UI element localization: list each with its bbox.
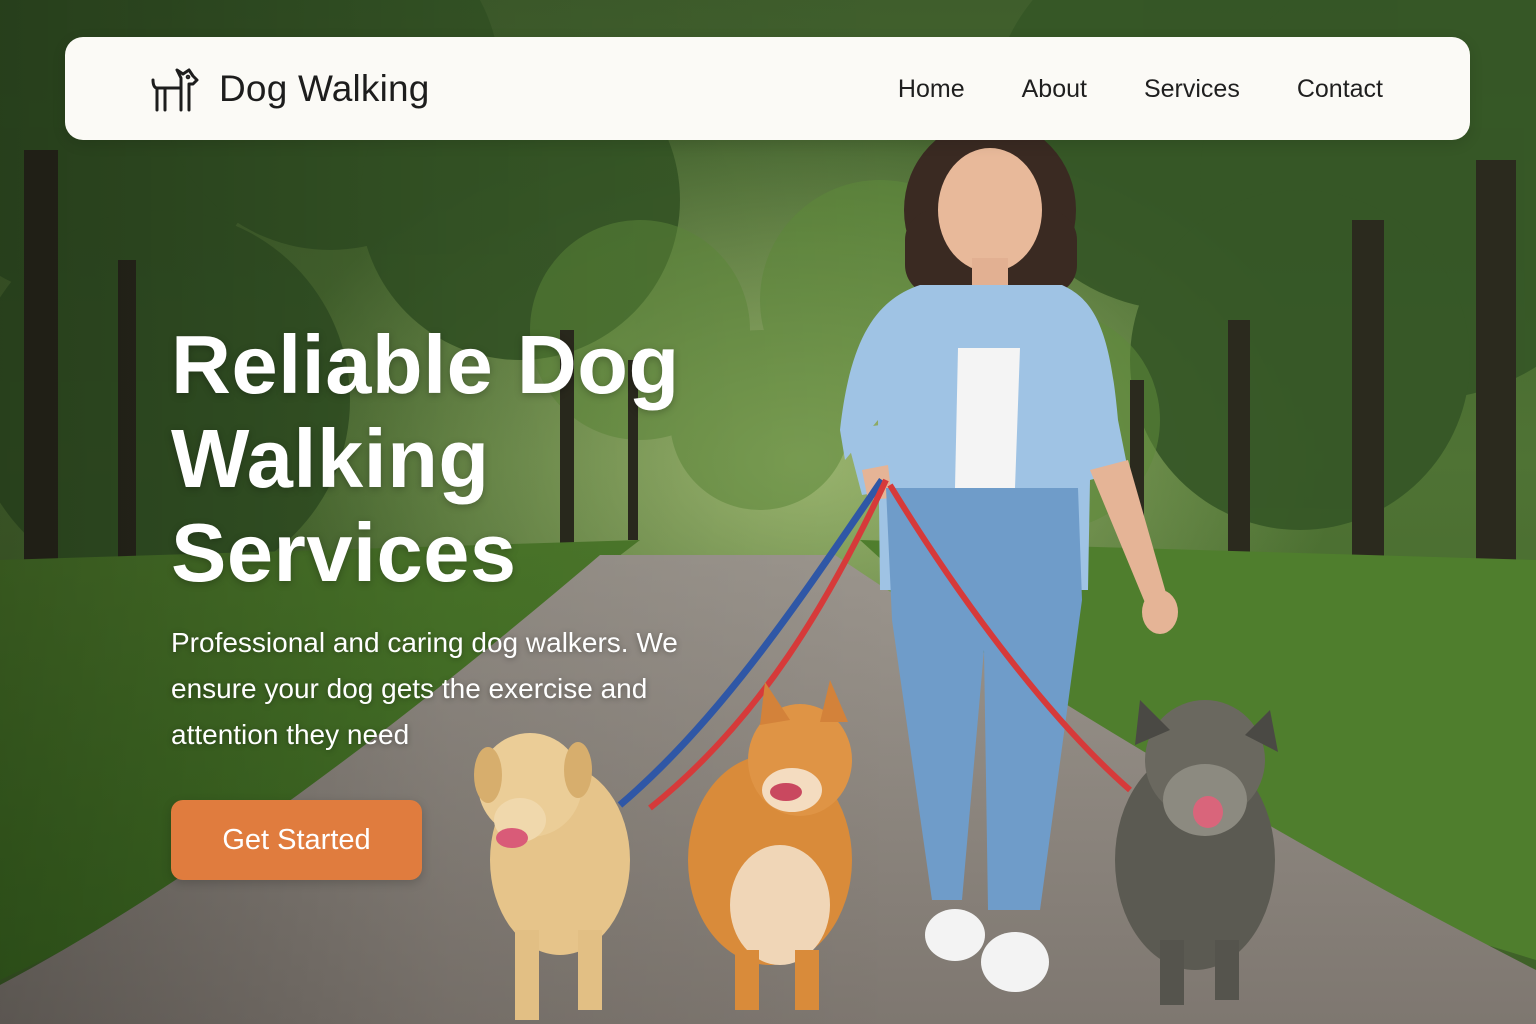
nav-link-services[interactable]: Services [1144, 71, 1240, 107]
get-started-button[interactable]: Get Started [171, 800, 422, 880]
dog-icon [151, 68, 199, 112]
navbar: Dog Walking Home About Services Contact [65, 37, 1470, 140]
hero-title-line-1: Reliable Dog [171, 318, 680, 411]
hero-section: Reliable Dog Walking Services Profession… [171, 318, 731, 758]
page: Dog Walking Home About Services Contact … [0, 0, 1536, 1024]
brand-name: Dog Walking [219, 68, 430, 109]
hero-subtitle: Professional and caring dog walkers. We … [171, 627, 678, 750]
nav-links: Home About Services Contact [898, 71, 1383, 107]
hero-title-line-2: Walking [171, 412, 490, 505]
nav-link-home[interactable]: Home [898, 71, 965, 107]
hero-title-line-3: Services [171, 506, 517, 599]
nav-link-about[interactable]: About [1022, 71, 1087, 107]
hero-title: Reliable Dog Walking Services [171, 318, 731, 600]
nav-link-contact[interactable]: Contact [1297, 71, 1383, 107]
brand-logo-link[interactable]: Dog Walking [147, 61, 430, 117]
